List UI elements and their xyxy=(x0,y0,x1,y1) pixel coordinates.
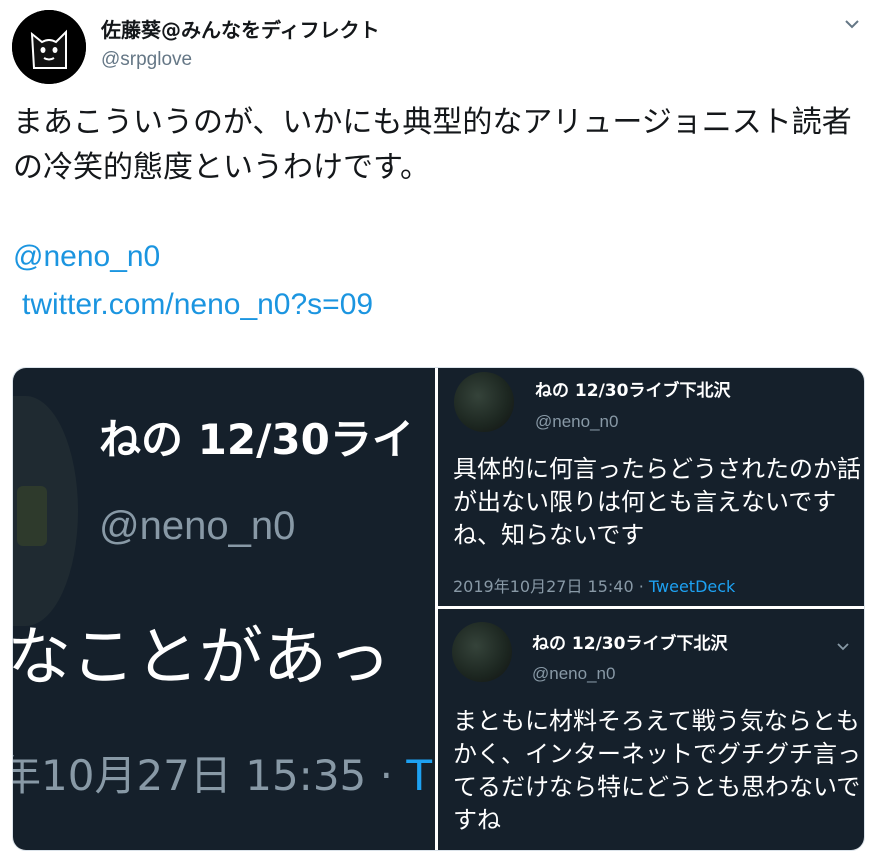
screenshot-date: 2019年10月27日 15:40 · TweetDeck xyxy=(453,577,736,596)
media-image-bottom-right[interactable]: ねの 12/30ライブ下北沢 @neno_n0 まともに材料そろえて戦う気ならと… xyxy=(438,609,864,850)
avatar-crop xyxy=(13,396,78,626)
screenshot-name: ねの 12/30ライ xyxy=(99,415,414,464)
chevron-down-icon[interactable] xyxy=(843,15,861,33)
tweet-text: まあこういうのが、いかにも典型的なアリュージョニスト読者の冷笑的態度というわけで… xyxy=(13,105,852,185)
media-grid[interactable]: ねの 12/30ライ @neno_n0 なことがあっ 年10月27日 15:35… xyxy=(12,367,865,851)
media-image-top-right[interactable]: ねの 12/30ライブ下北沢 @neno_n0 具体的に何言ったらどうされたのか… xyxy=(438,368,864,606)
avatar[interactable] xyxy=(12,10,86,84)
avatar xyxy=(452,622,512,682)
mention-link[interactable]: @neno_n0 xyxy=(13,240,160,274)
screenshot-name: ねの 12/30ライブ下北沢 xyxy=(532,634,728,654)
screenshot-handle: @neno_n0 xyxy=(99,504,296,548)
url-link[interactable]: twitter.com/neno_n0?s=09 xyxy=(22,288,373,322)
chevron-down-icon xyxy=(837,643,849,651)
cat-avatar-icon xyxy=(12,10,86,84)
screenshot-date: 年10月27日 15:35 · T xyxy=(13,751,432,800)
screenshot-text: 具体的に何言ったらどうされたのか話が出ない限りは何とも言えないですね、知らないで… xyxy=(453,455,861,549)
avatar xyxy=(454,372,514,432)
screenshot-handle: @neno_n0 xyxy=(535,412,619,431)
screenshot-text: なことがあっ xyxy=(13,621,391,695)
screenshot-text: まともに材料そろえて戦う気ならともかく、インターネットでグチグチ言ってるだけなら… xyxy=(453,707,861,834)
screenshot-name: ねの 12/30ライブ下北沢 xyxy=(535,381,731,401)
display-name[interactable]: 佐藤葵@みんなをディフレクト xyxy=(101,14,380,43)
screenshot-handle: @neno_n0 xyxy=(532,664,616,683)
media-image-left[interactable]: ねの 12/30ライ @neno_n0 なことがあっ 年10月27日 15:35… xyxy=(13,368,435,850)
user-handle[interactable]: @srpglove xyxy=(101,49,192,71)
